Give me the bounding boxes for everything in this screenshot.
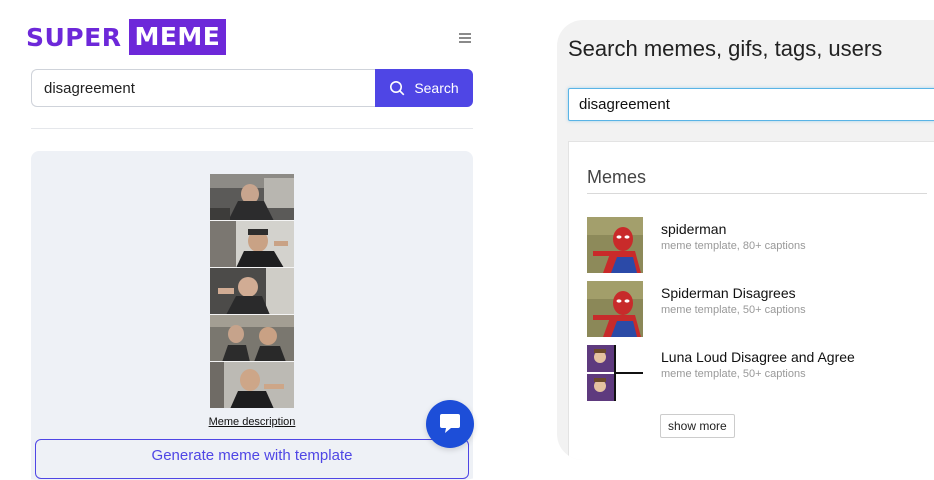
result-item-spiderman[interactable]: spiderman meme template, 80+ captions — [587, 217, 806, 273]
supermeme-panel: SUPER MEME Search — [0, 0, 500, 480]
search-input[interactable] — [31, 69, 375, 107]
meme-frame-3 — [210, 268, 294, 315]
spiderman-disagrees-thumbnail — [587, 281, 643, 337]
result-name: spiderman — [661, 221, 727, 237]
result-meta: meme template, 50+ captions — [661, 304, 806, 316]
meme-frame-4 — [210, 315, 294, 362]
result-text: spiderman meme template, 80+ captions — [661, 221, 806, 273]
meme-frame-2 — [210, 221, 294, 268]
meme-result-card: Meme description Generate meme with temp… — [31, 151, 473, 480]
meme-description-link[interactable]: Meme description — [31, 416, 473, 428]
search-button-label: Search — [414, 80, 459, 96]
result-text: Spiderman Disagrees meme template, 50+ c… — [661, 285, 806, 337]
result-name: Luna Loud Disagree and Agree — [661, 349, 855, 365]
search-results-box: Memes spiderman meme template, 80+ capti… — [568, 141, 934, 460]
meme-search-input[interactable] — [568, 88, 934, 121]
meme-template-image[interactable] — [210, 174, 294, 408]
hamburger-menu-icon[interactable] — [459, 33, 471, 45]
logo-text-meme: MEME — [129, 19, 227, 55]
supermeme-logo[interactable]: SUPER MEME — [26, 19, 227, 55]
screenshot-composite: SUPER MEME Search — [0, 0, 934, 480]
generate-meme-button[interactable]: Generate meme with template — [35, 439, 469, 479]
logo-text-super: SUPER — [26, 22, 122, 52]
meme-frame-1 — [210, 174, 294, 221]
search-button[interactable]: Search — [375, 69, 473, 107]
result-name: Spiderman Disagrees — [661, 285, 796, 301]
search-panel-title: Search memes, gifs, tags, users — [568, 36, 883, 61]
memes-section-heading: Memes — [587, 167, 647, 187]
search-icon — [390, 81, 405, 96]
result-item-luna-loud[interactable]: Luna Loud Disagree and Agree meme templa… — [587, 345, 855, 401]
result-meta: meme template, 50+ captions — [661, 368, 806, 380]
result-text: Luna Loud Disagree and Agree meme templa… — [661, 349, 855, 401]
imgflip-search-panel: Search memes, gifs, tags, users Memes sp… — [557, 20, 934, 460]
search-bar: Search — [31, 69, 473, 107]
spiderman-thumbnail — [587, 217, 643, 273]
divider — [31, 128, 473, 129]
result-meta: meme template, 80+ captions — [661, 240, 806, 252]
chat-icon — [440, 414, 460, 433]
chat-widget-button[interactable] — [426, 400, 474, 448]
result-item-spiderman-disagrees[interactable]: Spiderman Disagrees meme template, 50+ c… — [587, 281, 806, 337]
meme-frame-5 — [210, 362, 294, 408]
show-more-button[interactable]: show more — [660, 414, 735, 438]
luna-loud-thumbnail — [587, 345, 643, 401]
section-divider — [587, 193, 927, 194]
